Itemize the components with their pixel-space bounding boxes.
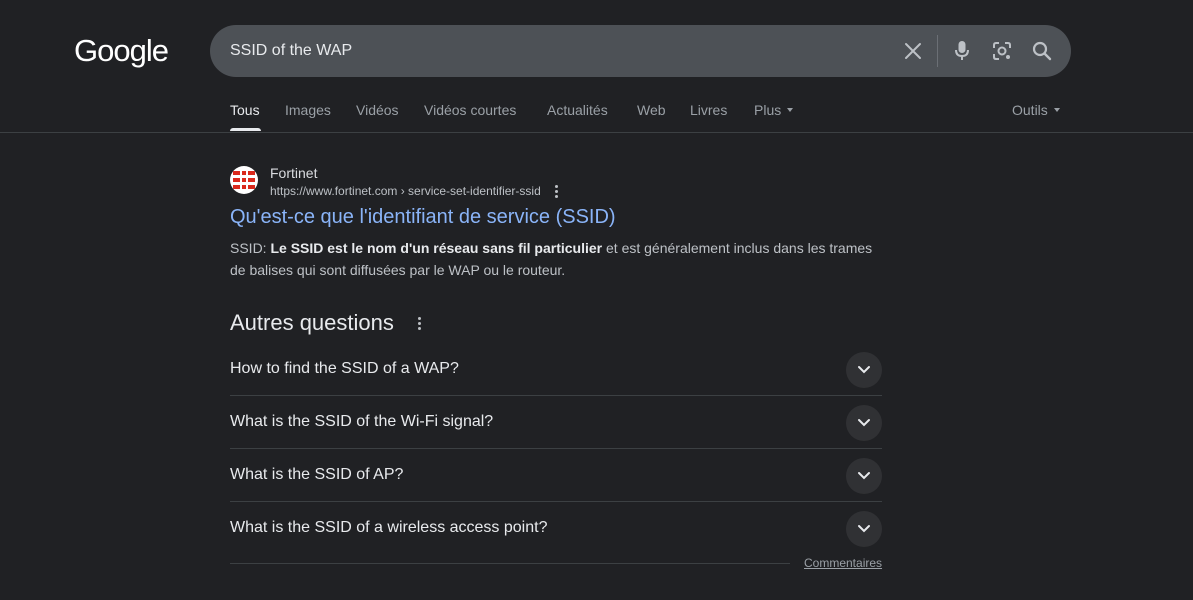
- paa-question-text: What is the SSID of the Wi-Fi signal?: [230, 413, 494, 430]
- tab-web[interactable]: Web: [637, 102, 666, 118]
- result-site-name[interactable]: Fortinet: [270, 165, 317, 181]
- caret-down-icon: [787, 108, 794, 113]
- search-divider: [937, 35, 938, 67]
- chevron-down-icon[interactable]: [846, 405, 882, 441]
- paa-question-text: What is the SSID of a wireless access po…: [230, 519, 548, 536]
- paa-list: How to find the SSID of a WAP? What is t…: [230, 343, 882, 555]
- result-snippet: SSID: Le SSID est le nom d'un réseau san…: [230, 237, 882, 281]
- result-more-icon[interactable]: [552, 183, 560, 199]
- paa-question[interactable]: What is the SSID of AP?: [230, 449, 882, 502]
- tab-tous[interactable]: Tous: [230, 102, 260, 118]
- tab-videos-courtes[interactable]: Vidéos courtes: [424, 102, 516, 118]
- paa-question-text: What is the SSID of AP?: [230, 466, 404, 483]
- tools-label: Outils: [1012, 102, 1048, 118]
- paa-divider: [230, 563, 790, 564]
- feedback-link[interactable]: Commentaires: [804, 556, 882, 570]
- paa-question[interactable]: How to find the SSID of a WAP?: [230, 343, 882, 396]
- search-icon[interactable]: [1030, 39, 1054, 63]
- search-input[interactable]: [230, 25, 890, 77]
- close-icon[interactable]: [901, 39, 925, 63]
- tab-images[interactable]: Images: [285, 102, 331, 118]
- paa-heading: Autres questions: [230, 310, 394, 335]
- fortinet-favicon: [230, 166, 258, 194]
- result-url[interactable]: https://www.fortinet.com › service-set-i…: [270, 184, 541, 198]
- tab-livres[interactable]: Livres: [690, 102, 727, 118]
- lens-icon[interactable]: [990, 39, 1014, 63]
- chevron-down-icon[interactable]: [846, 458, 882, 494]
- tab-videos[interactable]: Vidéos: [356, 102, 399, 118]
- paa-question[interactable]: What is the SSID of the Wi-Fi signal?: [230, 396, 882, 449]
- caret-down-icon: [1053, 108, 1060, 113]
- google-logo[interactable]: Google: [74, 33, 169, 69]
- tab-plus-label: Plus: [754, 102, 782, 118]
- paa-more-icon[interactable]: [416, 315, 422, 331]
- tools-button[interactable]: Outils: [1012, 102, 1060, 118]
- tab-actualites[interactable]: Actualités: [547, 102, 608, 118]
- active-tab-indicator: [230, 128, 261, 131]
- tab-plus[interactable]: Plus: [754, 102, 794, 118]
- snippet-prefix: SSID:: [230, 240, 271, 256]
- chevron-down-icon[interactable]: [846, 352, 882, 388]
- chevron-down-icon[interactable]: [846, 511, 882, 547]
- paa-question-text: How to find the SSID of a WAP?: [230, 360, 459, 377]
- microphone-icon[interactable]: [950, 39, 974, 63]
- paa-question[interactable]: What is the SSID of a wireless access po…: [230, 502, 882, 555]
- snippet-bold: Le SSID est le nom d'un réseau sans fil …: [270, 240, 603, 256]
- search-tabs: Tous Images Vidéos Vidéos courtes Actual…: [0, 92, 1193, 133]
- result-title-link[interactable]: Qu'est-ce que l'identifiant de service (…: [230, 206, 616, 229]
- search-box[interactable]: [210, 25, 1071, 77]
